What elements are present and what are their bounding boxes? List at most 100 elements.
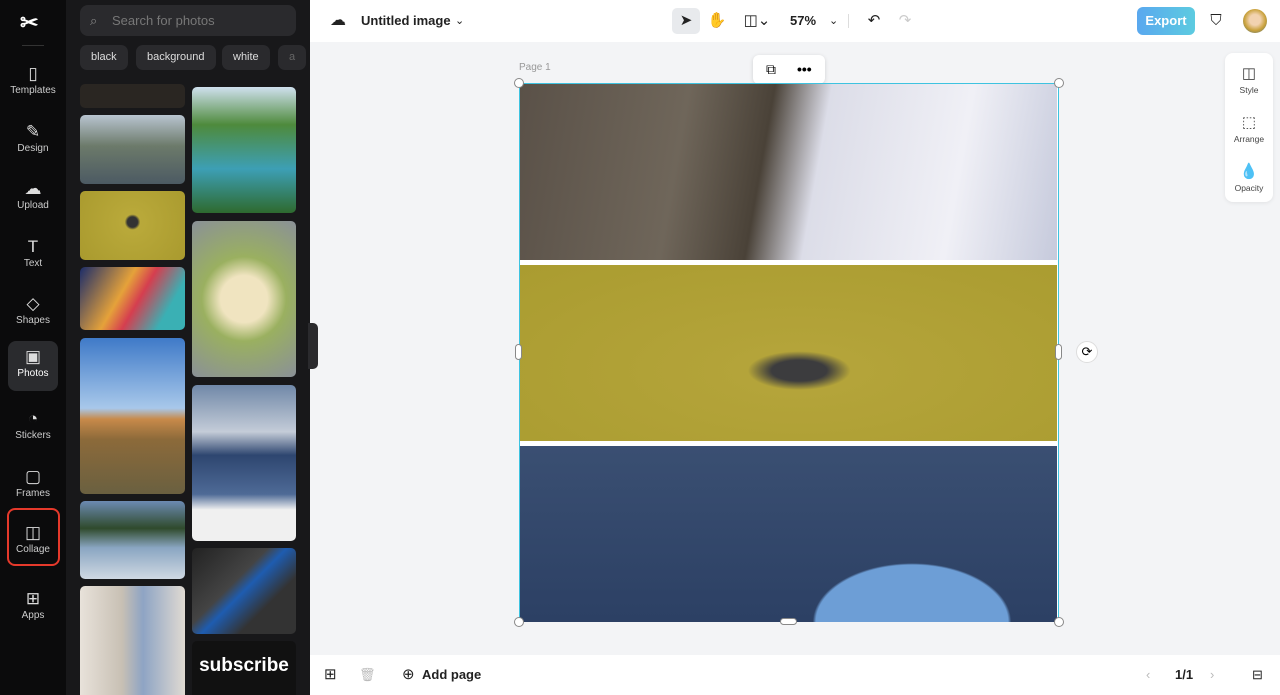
nav-design[interactable]: ✎ Design [8,116,58,166]
duplicate-page-icon[interactable]: ⧉ [766,55,776,84]
collage-cell-pigeon[interactable] [520,265,1057,441]
photo-thumb[interactable] [80,115,185,184]
search-icon: ⌕ [90,13,98,28]
resize-handle[interactable] [1055,344,1062,360]
search-placeholder: Search for photos [112,13,215,28]
resize-handle[interactable] [1054,617,1064,627]
divider [22,45,44,46]
nav-label: Templates [10,85,56,96]
opacity-button[interactable]: 💧 Opacity [1225,162,1273,193]
nav-templates[interactable]: ▯ Templates [8,58,58,108]
resize-handle[interactable] [780,618,797,625]
collage-cell-santorini[interactable] [520,446,1057,622]
right-panel: ◫ Style ⬚ Arrange 💧 Opacity [1225,53,1273,202]
photo-thumb[interactable] [192,87,296,213]
trash-icon[interactable]: 🗑 [359,655,376,695]
opacity-icon: 💧 [1239,163,1259,180]
nav-label: Stickers [15,430,51,441]
title-chevron-down-icon[interactable]: ⌄ [455,0,464,42]
nav-label: Frames [16,488,50,499]
shapes-icon: ◇ [26,294,40,313]
tag-background[interactable]: background [136,45,216,70]
photo-thumb[interactable] [192,221,296,377]
export-button[interactable]: Export [1137,7,1195,35]
nav-stickers[interactable]: ◔ Stickers [8,403,58,453]
bottom-bar: ⊞ 🗑 ⊕ Add page ‹ 1/1 › ⊟ [310,655,1280,695]
zoom-level[interactable]: 57% [790,0,816,42]
thumb-text: subscribe [199,655,289,676]
nav-label: Text [23,258,43,269]
search-input[interactable]: ⌕ Search for photos [80,5,296,36]
more-icon[interactable]: ••• [797,55,812,84]
upload-icon: ☁ [24,179,42,198]
templates-icon: ▯ [28,64,38,83]
collapse-panel-handle[interactable] [308,323,318,369]
avatar[interactable] [1243,9,1267,33]
resize-handle[interactable] [515,344,522,360]
add-page-icon[interactable]: ⊕ [402,655,415,695]
select-tool-icon[interactable]: ➤ [672,8,700,34]
page-count: 1/1 [1175,667,1194,682]
prev-page-icon[interactable]: ‹ [1146,655,1150,695]
tag-more[interactable]: a [278,45,307,70]
nav-label: Shapes [16,315,50,326]
style-button[interactable]: ◫ Style [1225,64,1273,95]
tag-black[interactable]: black [80,45,128,70]
photos-icon: ▣ [24,347,42,366]
cloud-save-icon[interactable]: ☁ [330,0,346,42]
arrange-label: Arrange [1233,134,1265,144]
photo-thumb[interactable] [80,586,185,695]
nav-label: Upload [17,200,49,211]
apps-icon: ⊞ [25,589,41,608]
style-icon: ◫ [1241,65,1257,82]
design-icon: ✎ [25,122,41,141]
pages-overview-icon[interactable]: ⊟ [1252,655,1263,695]
layout-icon[interactable]: ◫⌄ [738,8,776,34]
resize-handle[interactable] [1054,78,1064,88]
photo-thumb[interactable] [80,338,185,494]
redo-icon[interactable]: ↷ [891,8,919,34]
nav-label: Design [17,143,49,154]
nav-text[interactable]: T Text [8,231,58,281]
rotate-icon[interactable]: ⟳ [1076,341,1098,363]
resize-handle[interactable] [514,78,524,88]
photo-thumb[interactable]: subscribe [192,641,296,695]
nav-label: Photos [17,368,49,379]
photo-thumb[interactable] [80,501,185,579]
next-page-icon[interactable]: › [1210,655,1214,695]
capcut-logo-icon[interactable]: ✂ [20,10,38,36]
zoom-chevron-down-icon[interactable]: ⌄ [829,0,838,42]
text-icon: T [27,237,39,256]
left-nav: ✂ ▯ Templates ✎ Design ☁ Upload T Text ◇ Shap… [0,0,66,695]
shield-icon[interactable]: ⛉ [1202,8,1230,34]
style-label: Style [1239,85,1259,95]
photo-thumb[interactable] [80,84,185,108]
collage-cell-coast[interactable] [520,84,1057,260]
photo-thumb[interactable] [80,191,185,260]
frames-icon: ▢ [24,467,42,486]
nav-upload[interactable]: ☁ Upload [8,173,58,223]
page-label: Page 1 [519,62,551,73]
photo-thumb[interactable] [192,385,296,541]
photo-thumb[interactable] [192,548,296,634]
nav-label: Apps [21,610,45,621]
divider [848,14,849,28]
nav-shapes[interactable]: ◇ Shapes [8,288,58,338]
tag-white[interactable]: white [222,45,270,70]
resize-handle[interactable] [514,617,524,627]
page-toolbar: ⧉ ••• [753,55,825,84]
photo-thumb[interactable] [80,267,185,330]
hand-tool-icon[interactable]: ✋ [703,8,731,34]
document-title[interactable]: Untitled image [361,0,451,42]
nav-frames[interactable]: ▢ Frames [8,461,58,511]
nav-apps[interactable]: ⊞ Apps [8,583,58,633]
arrange-icon: ⬚ [1241,114,1257,131]
add-page-button[interactable]: Add page [422,655,481,695]
arrange-button[interactable]: ⬚ Arrange [1225,113,1273,144]
stickers-icon: ◔ [27,409,39,428]
add-frame-icon[interactable]: ⊞ [324,655,337,695]
collage-page[interactable] [519,83,1059,622]
nav-photos[interactable]: ▣ Photos [8,341,58,391]
undo-icon[interactable]: ↶ [860,8,888,34]
photos-panel: ⌕ Search for photos black background whit… [66,0,310,695]
